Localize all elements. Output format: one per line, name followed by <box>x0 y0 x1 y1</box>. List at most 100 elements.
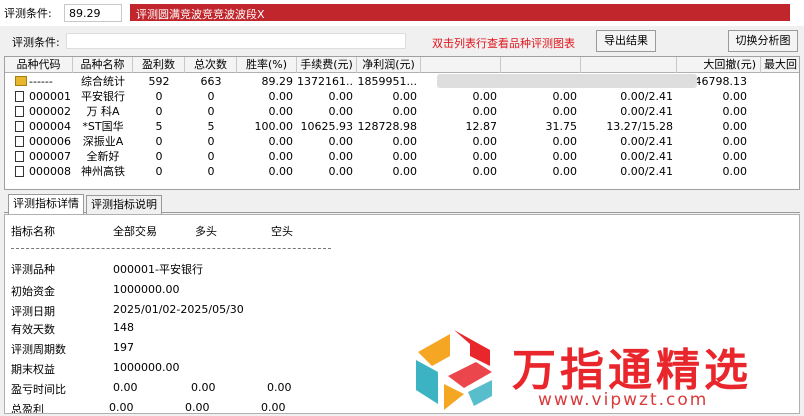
cell-net: 1859951... <box>357 75 417 88</box>
cell-code: 000006 <box>29 135 71 148</box>
detail-label: 总盈利 <box>11 403 44 414</box>
cell-name: 综合统计 <box>81 75 125 88</box>
detail-header-all: 全部交易 <box>113 225 157 238</box>
col-drawdown[interactable]: 大回撤(元) <box>677 57 761 73</box>
cell-c9: 0.00 <box>552 105 578 118</box>
table-row[interactable]: 000002 万 科A 0 0 0.00 0.00 0.00 0.00 0.00 0.00/2.4… <box>5 104 799 119</box>
col-8[interactable] <box>421 57 501 73</box>
detail-label: 有效天数 <box>11 323 55 336</box>
detail-value: 0.00 <box>267 381 292 394</box>
cell-c8: 0.00 <box>472 150 498 163</box>
col-10[interactable] <box>581 57 677 73</box>
document-icon <box>15 91 24 102</box>
formula-banner[interactable]: 评测圆满竞波竞竞波波段X <box>130 4 790 21</box>
cell-c9: 0.00 <box>552 165 578 178</box>
document-icon <box>15 136 24 147</box>
cell-total: 0 <box>207 135 215 148</box>
cell-name: 全新好 <box>86 150 120 163</box>
detail-header-long: 多头 <box>195 225 217 238</box>
cell-rate: 100.00 <box>254 120 294 133</box>
cell-name: 平安银行 <box>81 90 125 103</box>
detail-label: 评测日期 <box>11 305 55 318</box>
cell-rate: 0.00 <box>268 165 294 178</box>
cell-net: 0.00 <box>392 90 418 103</box>
cell-dd: 0.00 <box>722 105 748 118</box>
cell-win: 0 <box>155 165 163 178</box>
col-max[interactable]: 最大回 <box>761 57 799 73</box>
detail-label: 期末权益 <box>11 363 55 376</box>
score-label: 评测条件: <box>4 7 52 20</box>
col-rate[interactable]: 胜率(%) <box>237 57 297 73</box>
tab-indicator-help[interactable]: 评测指标说明 <box>86 195 162 214</box>
cell-code: 000007 <box>29 150 71 163</box>
detail-label: 盈亏时间比 <box>11 383 66 396</box>
cell-total: 0 <box>207 90 215 103</box>
blurred-area <box>437 74 697 88</box>
cell-c10: 0.00/2.41 <box>620 135 673 148</box>
watermark: 万指通精选 www.vipwzt.com <box>404 326 800 414</box>
table-row[interactable]: 000001 平安银行 0 0 0.00 0.00 0.00 0.00 0.00 0.00/2.4… <box>5 89 799 104</box>
cell-fee: 0.00 <box>328 150 354 163</box>
cell-win: 592 <box>148 75 170 88</box>
cell-fee: 10625.93 <box>300 120 354 133</box>
table-row[interactable]: 000006 深振业A 0 0 0.00 0.00 0.00 0.00 0.00 0.00/2.4… <box>5 134 799 149</box>
cell-win: 0 <box>155 135 163 148</box>
cell-code: 000008 <box>29 165 71 178</box>
cell-total: 0 <box>207 165 215 178</box>
col-total[interactable]: 总次数 <box>185 57 237 73</box>
table-row[interactable]: 000007 全新好 0 0 0.00 0.00 0.00 0.00 0.00 0.00/2.41… <box>5 149 799 164</box>
cell-c10: 13.27/15.28 <box>606 120 673 133</box>
table-row[interactable]: 000008 神州高铁 0 0 0.00 0.00 0.00 0.00 0.00 0.00/2.4… <box>5 164 799 179</box>
detail-value: 1000000.00 <box>113 361 180 374</box>
criteria-bar: 评测条件: 89.29 评测圆满竞波竞竞波波段X <box>0 0 804 26</box>
cell-code: 000001 <box>29 90 71 103</box>
cell-name: 万 科A <box>86 105 120 118</box>
document-icon <box>15 106 24 117</box>
cell-c8: 0.00 <box>472 165 498 178</box>
cell-fee: 0.00 <box>328 135 354 148</box>
cell-code: ------ <box>29 75 53 88</box>
cell-name: 神州高铁 <box>81 165 125 178</box>
detail-value: 0.00 <box>191 381 216 394</box>
col-code[interactable]: 品种代码 <box>5 57 73 73</box>
cell-total: 0 <box>207 150 215 163</box>
cell-c10: 0.00/2.41 <box>620 105 673 118</box>
cell-net: 0.00 <box>392 150 418 163</box>
col-win[interactable]: 盈利数 <box>133 57 185 73</box>
tab-indicator-detail[interactable]: 评测指标详情 <box>8 194 84 214</box>
document-icon <box>15 121 24 132</box>
cell-code: 000002 <box>29 105 71 118</box>
detail-value: 000001-平安银行 <box>113 263 203 276</box>
folder-icon <box>15 76 27 86</box>
cell-net: 0.00 <box>392 165 418 178</box>
cell-c8: 0.00 <box>472 105 498 118</box>
switch-chart-button[interactable]: 切换分析图 <box>728 30 798 52</box>
grid-header: 品种代码 品种名称 盈利数 总次数 胜率(%) 手续费(元) 净利润(元) 大回… <box>5 57 799 73</box>
watermark-logo-icon <box>416 330 492 410</box>
detail-tabs: 评测指标详情 评测指标说明 <box>4 193 800 214</box>
cell-fee: 1372161... <box>297 75 353 88</box>
cell-fee: 0.00 <box>328 165 354 178</box>
col-name[interactable]: 品种名称 <box>73 57 133 73</box>
detail-separator <box>11 248 331 249</box>
cell-win: 0 <box>155 150 163 163</box>
score-value-field[interactable]: 89.29 <box>64 4 122 22</box>
cell-fee: 0.00 <box>328 90 354 103</box>
col-fee[interactable]: 手续费(元) <box>297 57 357 73</box>
detail-header-short: 空头 <box>271 225 293 238</box>
document-icon <box>15 166 24 177</box>
col-9[interactable] <box>501 57 581 73</box>
cell-c10: 0.00/2.41 <box>620 165 673 178</box>
export-button[interactable]: 导出结果 <box>596 30 656 52</box>
detail-label: 评测品种 <box>11 263 55 276</box>
table-row[interactable]: 000004 *ST国华 5 5 100.00 10625.93 128728.98 12.8… <box>5 119 799 134</box>
result-grid[interactable]: 品种代码 品种名称 盈利数 总次数 胜率(%) 手续费(元) 净利润(元) 大回… <box>4 56 800 190</box>
cell-dd: 0.00 <box>722 90 748 103</box>
col-net[interactable]: 净利润(元) <box>357 57 421 73</box>
cell-c9: 31.75 <box>545 120 578 133</box>
watermark-title: 万指通精选 <box>512 345 752 396</box>
watermark-url: www.vipwzt.com <box>538 390 709 410</box>
cell-dd: 0.00 <box>722 120 748 133</box>
cell-rate: 0.00 <box>268 105 294 118</box>
criteria-field[interactable] <box>66 33 406 49</box>
